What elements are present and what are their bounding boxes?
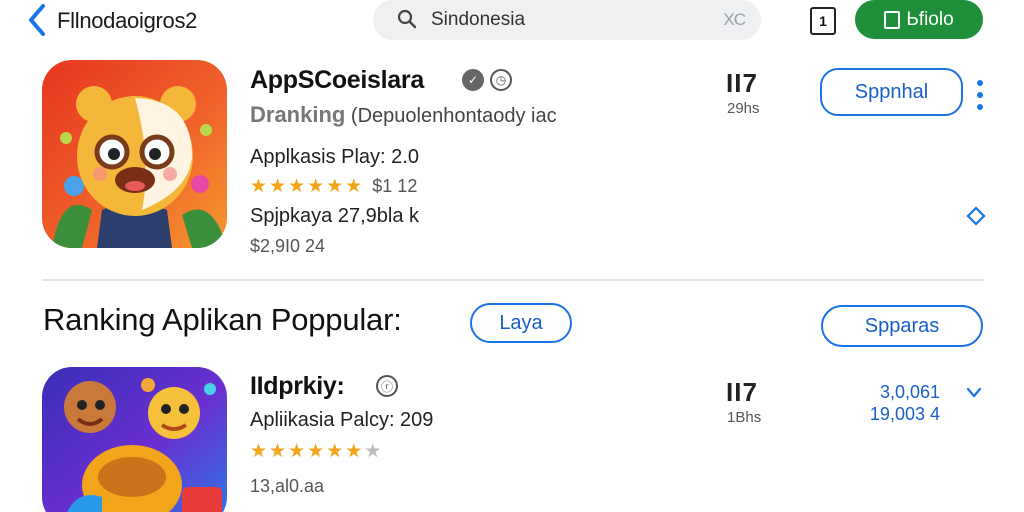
info-icon: ⓡ: [376, 375, 398, 397]
ranking-description: (Depuolenhontaody iac: [350, 105, 557, 127]
rating-count: $1 12: [372, 176, 418, 196]
star-icon: ★: [288, 441, 306, 462]
back-button[interactable]: [26, 3, 52, 37]
star-icon: ★: [326, 176, 344, 197]
clear-search-icon[interactable]: XC: [723, 10, 746, 30]
star-icon: ★: [326, 441, 344, 462]
app-downloads: Spjpkaya 27,9bla k: [250, 205, 420, 227]
verified-icon: ✓: [462, 69, 484, 91]
section-action-button[interactable]: Spparas: [821, 305, 983, 347]
primary-action-button[interactable]: Ьfiolo: [855, 0, 983, 39]
star-icon: ★: [307, 441, 325, 462]
star-icon: ★: [269, 441, 287, 462]
star-icon: ★: [250, 441, 268, 462]
search-input[interactable]: Sindonesia: [431, 9, 525, 31]
ranking-line: Dranking (Depuolenhontaody iac: [250, 102, 557, 128]
app-downloads: 13,al0.aa: [250, 476, 325, 496]
stat-value: 3,0,061: [879, 382, 940, 402]
app-price: $2,9I0 24: [250, 236, 326, 256]
app-category: Applkasis Play: 2.0: [250, 146, 419, 168]
more-options-icon[interactable]: [977, 80, 985, 110]
app-title-icons: ✓ ◷: [462, 69, 512, 91]
clock-icon: ◷: [490, 69, 512, 91]
star-icon: ★: [288, 176, 306, 197]
rank-sub: 1Bhs: [727, 409, 762, 426]
see-more-pill[interactable]: Laya: [470, 303, 572, 343]
rating-stars: ★ ★ ★ ★ ★ ★ ★: [250, 442, 381, 461]
app-title[interactable]: AppSCoeislara: [250, 66, 424, 95]
app-icon-game[interactable]: [42, 367, 227, 512]
app-icon-bear[interactable]: [42, 60, 227, 248]
install-button[interactable]: Sppnhal: [820, 68, 963, 116]
star-icon: ★: [250, 176, 268, 197]
device-icon: [884, 10, 901, 29]
primary-action-label: Ьfiolo: [906, 8, 954, 30]
search-bar[interactable]: Sindonesia XC: [373, 0, 761, 40]
top-bar: Fllnodaoigros2 Sindonesia XC 1 Ьfiolo: [0, 0, 1024, 42]
chevron-left-icon: [29, 4, 45, 36]
star-icon: ★: [345, 176, 363, 197]
section-title: Ranking Aplikan Poppular:: [43, 302, 402, 337]
star-half-icon: ★: [364, 441, 382, 462]
search-icon: [397, 9, 417, 29]
app-title-icons: ⓡ: [376, 375, 398, 397]
chevron-down-icon[interactable]: [964, 385, 984, 401]
ranking-label: Dranking: [250, 102, 346, 127]
rating-stars: ★ ★ ★ ★ ★ ★ $1 12: [250, 176, 417, 197]
star-icon: ★: [345, 441, 363, 462]
rank-number: II7: [726, 377, 758, 407]
app-title[interactable]: IIdprkiy:: [250, 372, 345, 401]
stat-value: 19,003 4: [869, 404, 940, 424]
app-category: Apliikasia Palcy: 209: [250, 409, 434, 431]
diamond-arrow-icon[interactable]: [966, 206, 986, 226]
star-icon: ★: [269, 176, 287, 197]
rank-sub: 29hs: [727, 100, 760, 117]
divider: [42, 279, 984, 281]
rank-number: II7: [726, 68, 758, 98]
page-title: Fllnodaoigros2: [57, 8, 198, 33]
star-icon: ★: [307, 176, 325, 197]
page-counter-button[interactable]: 1: [810, 7, 836, 35]
app-stats: 3,0,061 19,003 4: [840, 381, 940, 425]
